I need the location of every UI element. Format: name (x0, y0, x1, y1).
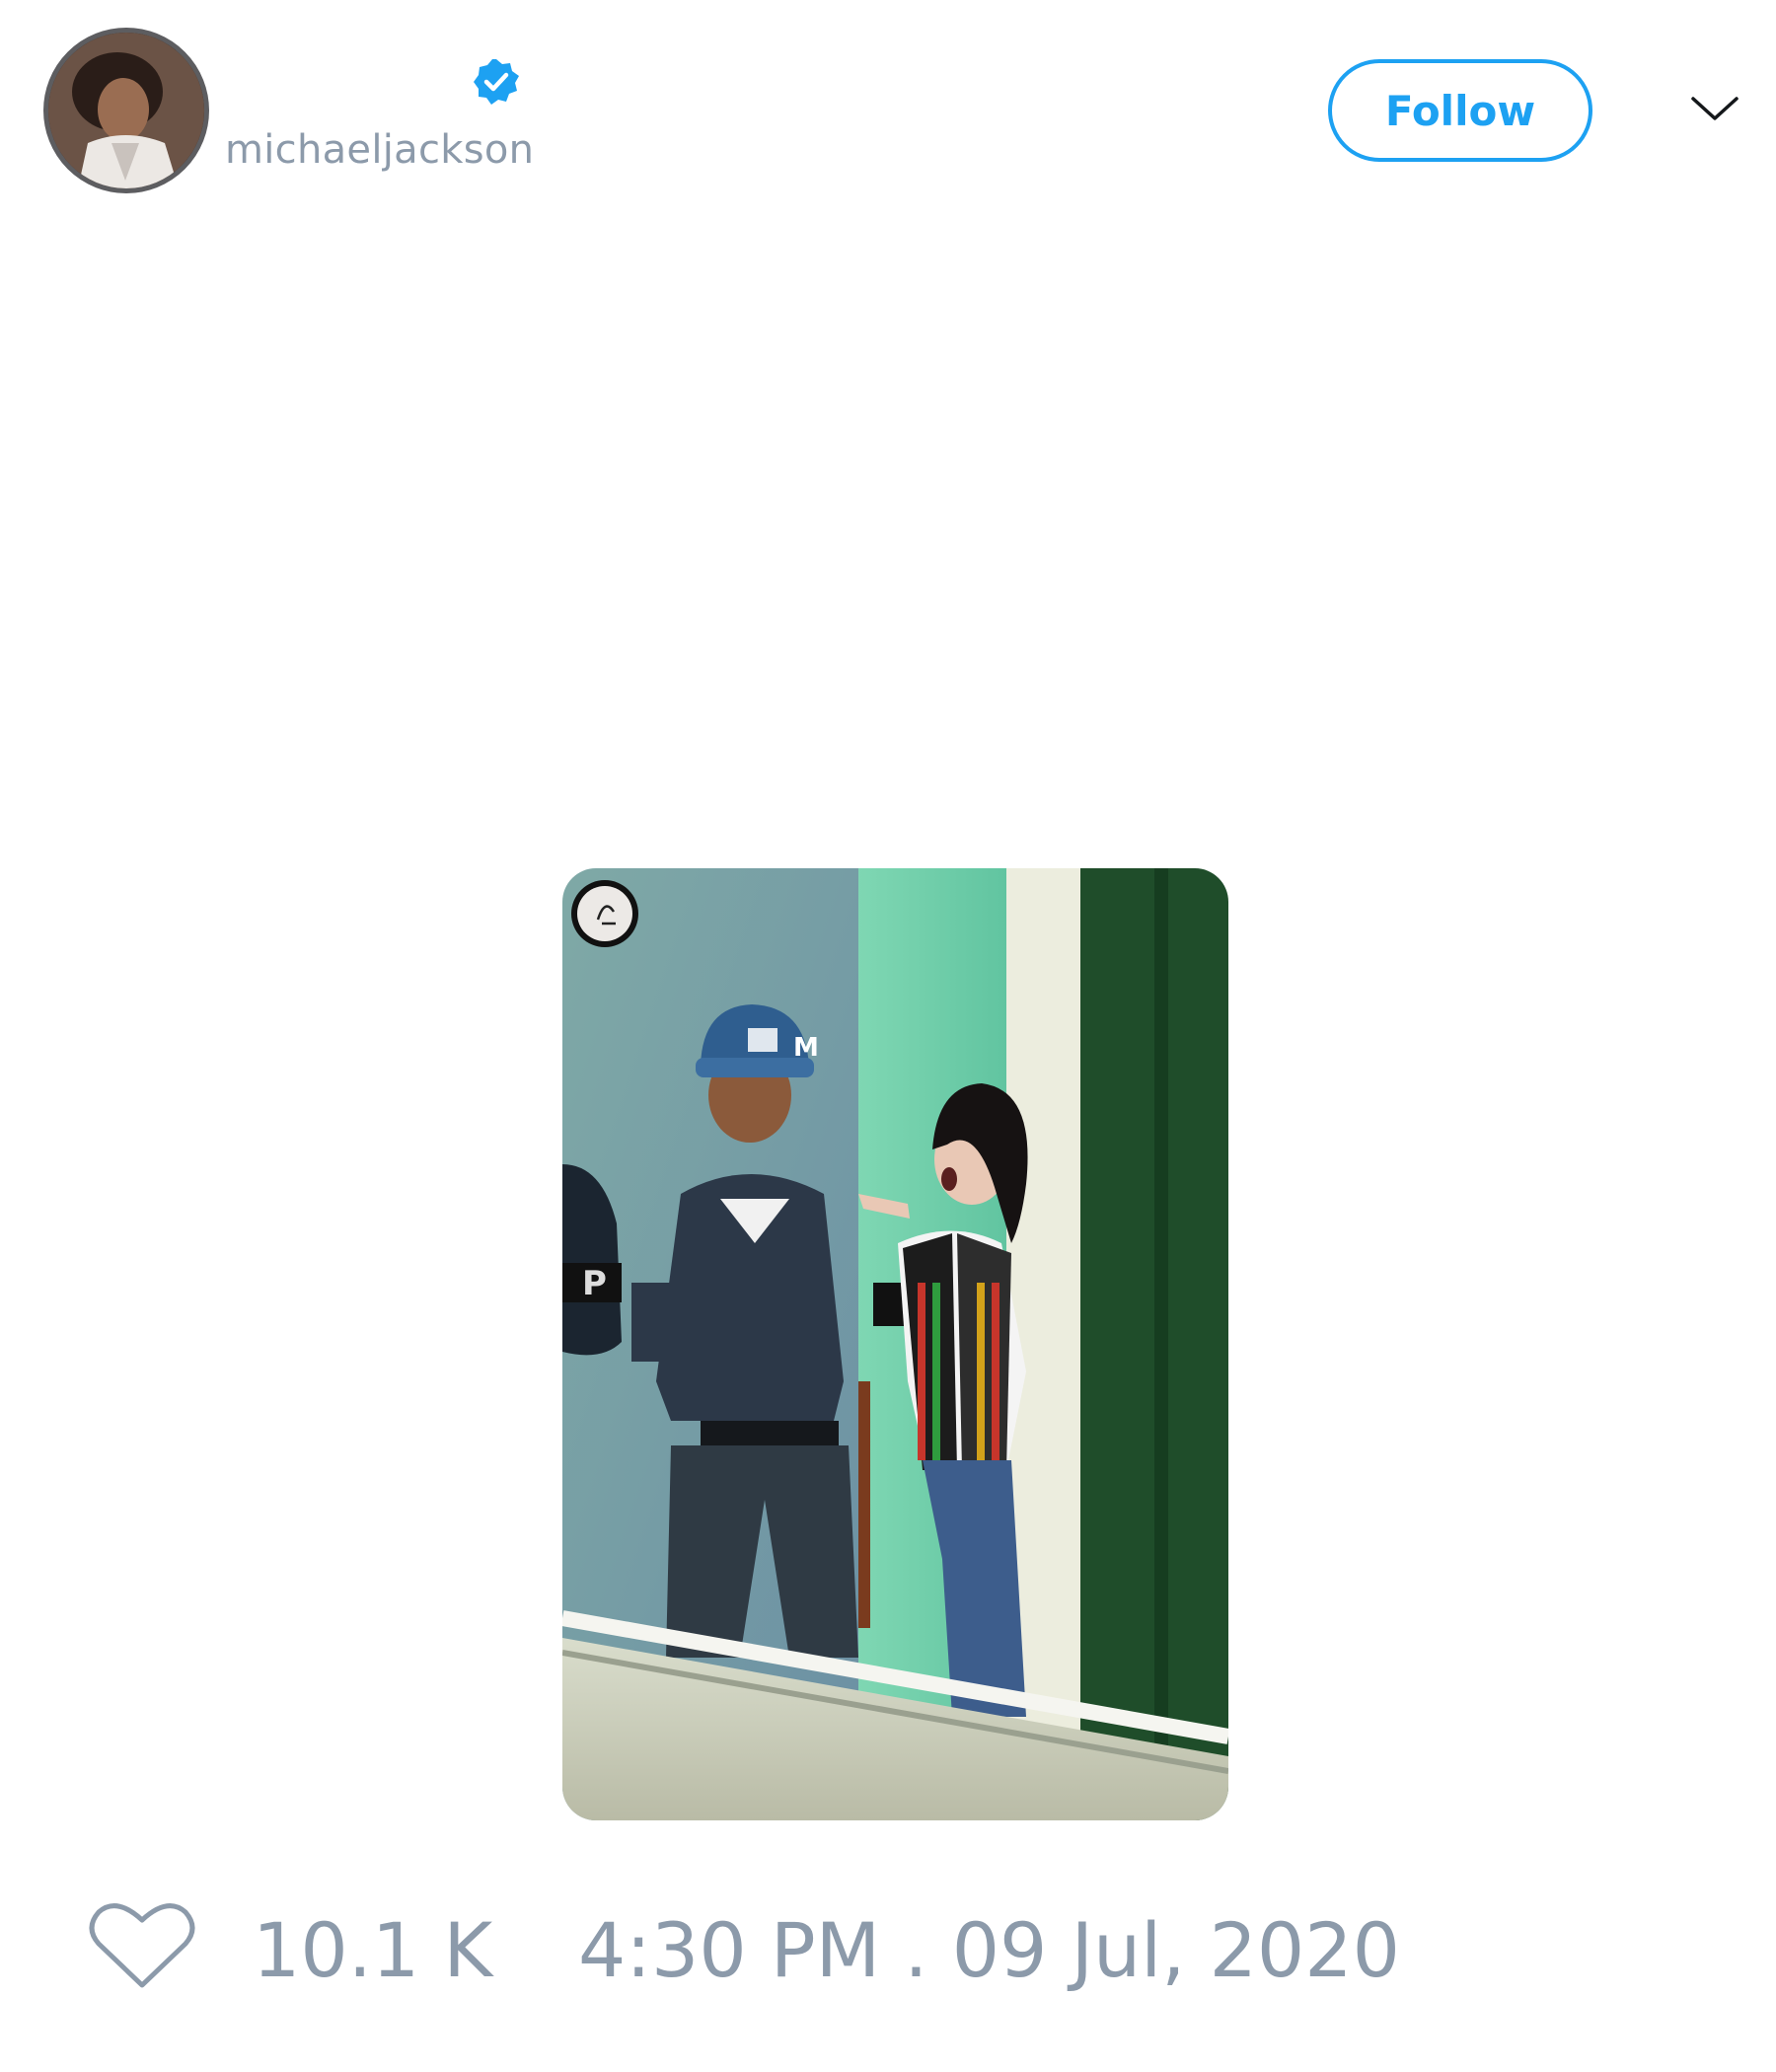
tweet-timestamp[interactable]: 4:30 PM . 09 Jul, 2020 (578, 1906, 1400, 1995)
follow-button[interactable]: Follow (1328, 59, 1592, 162)
verified-badge-icon (474, 59, 519, 105)
user-handle[interactable]: michaeljackson (225, 122, 534, 178)
chevron-down-icon[interactable] (1689, 91, 1740, 126)
svg-text:M: M (793, 1033, 819, 1063)
like-count: 10.1 K (253, 1906, 493, 1994)
avatar[interactable] (43, 28, 209, 193)
svg-text:P: P (582, 1264, 607, 1303)
heart-outline-icon[interactable] (89, 1900, 195, 1991)
tweet-card: michaeljackson Follow P M 10.1 K 4:30 PM… (0, 0, 1776, 2072)
tweet-photo[interactable]: P M (562, 868, 1228, 1820)
